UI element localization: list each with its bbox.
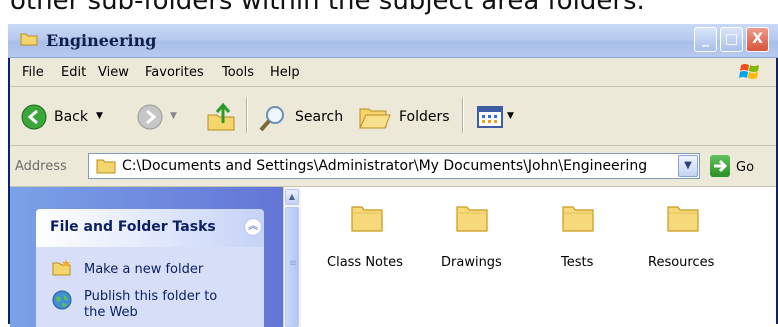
publish-folder-link[interactable]: Publish this folder to [84, 289, 217, 304]
new-folder-icon [52, 259, 71, 276]
maximize-button[interactable]: □ [720, 27, 743, 52]
folder-icon [96, 159, 116, 174]
menu-help[interactable]: Help [270, 65, 300, 80]
publish-folder-link-continued[interactable]: the Web [84, 305, 138, 320]
folder-class-notes[interactable]: Class Notes [327, 255, 403, 270]
toolbar-separator [462, 97, 464, 133]
back-button[interactable]: Back [54, 109, 88, 125]
folder-icon[interactable] [455, 203, 489, 233]
menu-edit[interactable]: Edit [61, 65, 86, 80]
caption-text: other sub-folders within the subject are… [10, 0, 645, 16]
folder-icon[interactable] [561, 203, 595, 233]
scroll-up-button[interactable]: ▲ [285, 189, 299, 205]
collapse-chevron-icon[interactable]: ︽ [244, 218, 262, 236]
make-new-folder-link[interactable]: Make a new folder [84, 262, 203, 277]
views-icon[interactable] [476, 104, 504, 130]
forward-dropdown-icon[interactable]: ▼ [170, 111, 177, 121]
views-dropdown-icon[interactable]: ▼ [507, 111, 514, 121]
scrollbar-grip-icon: ≡ [289, 258, 298, 269]
globe-icon [52, 290, 72, 310]
minimize-button[interactable]: _ [694, 27, 717, 52]
folder-tests[interactable]: Tests [561, 255, 593, 270]
go-arrow-icon[interactable] [710, 155, 730, 177]
task-box-title: File and Folder Tasks [50, 219, 216, 235]
address-path[interactable]: C:\Documents and Settings\Administrator\… [122, 158, 647, 174]
forward-arrow-icon[interactable] [136, 103, 164, 131]
back-dropdown-icon[interactable]: ▼ [96, 111, 103, 121]
close-button[interactable]: X [746, 27, 769, 52]
folder-icon[interactable] [350, 203, 384, 233]
menu-tools[interactable]: Tools [222, 65, 254, 80]
search-icon[interactable] [258, 103, 288, 133]
go-button[interactable]: Go [736, 160, 754, 175]
menu-file[interactable]: File [22, 65, 44, 80]
menu-view[interactable]: View [98, 65, 129, 80]
windows-logo-icon [739, 64, 759, 79]
menu-favorites[interactable]: Favorites [145, 65, 204, 80]
folder-icon [20, 33, 38, 46]
toolbar-separator [246, 97, 248, 133]
back-arrow-icon[interactable] [20, 103, 48, 131]
toolbar [10, 87, 776, 146]
address-label: Address [15, 159, 67, 174]
search-button[interactable]: Search [295, 109, 343, 125]
window-title: Engineering [46, 31, 157, 50]
folders-icon[interactable] [358, 103, 392, 131]
folder-drawings[interactable]: Drawings [441, 255, 502, 270]
folders-button[interactable]: Folders [399, 109, 450, 125]
address-dropdown-button[interactable]: ▼ [678, 155, 698, 177]
folder-resources[interactable]: Resources [648, 255, 714, 270]
folder-icon[interactable] [666, 203, 700, 233]
up-folder-icon[interactable] [205, 101, 237, 133]
